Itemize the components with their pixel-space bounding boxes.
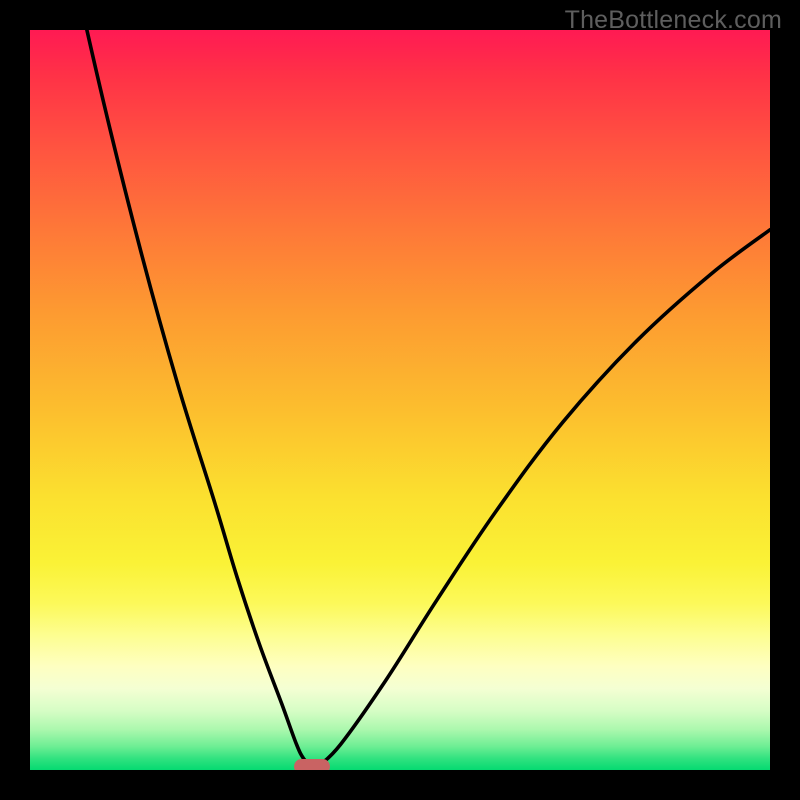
watermark-text: TheBottleneck.com [565, 6, 782, 35]
plot-gradient-background [30, 30, 770, 770]
ideal-point-marker [294, 759, 330, 770]
chart-container: TheBottleneck.com [0, 0, 800, 800]
bottleneck-curve [30, 30, 770, 770]
